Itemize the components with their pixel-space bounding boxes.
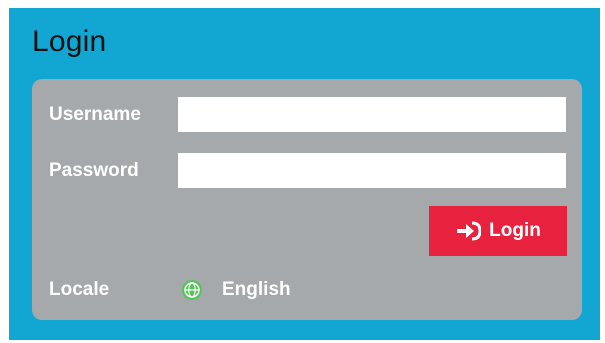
- login-arrow-icon: [455, 220, 482, 242]
- password-label: Password: [49, 160, 139, 181]
- login-button-label: Login: [489, 220, 541, 241]
- username-label: Username: [49, 104, 141, 125]
- password-input[interactable]: [178, 153, 566, 188]
- login-panel: Login Username Password Login Locale Eng…: [9, 8, 600, 340]
- locale-label: Locale: [49, 279, 110, 300]
- globe-icon[interactable]: [181, 279, 203, 301]
- locale-value[interactable]: English: [222, 279, 291, 301]
- page-title: Login: [32, 25, 107, 58]
- login-card: Username Password Login Locale English: [32, 79, 582, 320]
- login-button[interactable]: Login: [429, 206, 567, 256]
- username-input[interactable]: [178, 97, 566, 132]
